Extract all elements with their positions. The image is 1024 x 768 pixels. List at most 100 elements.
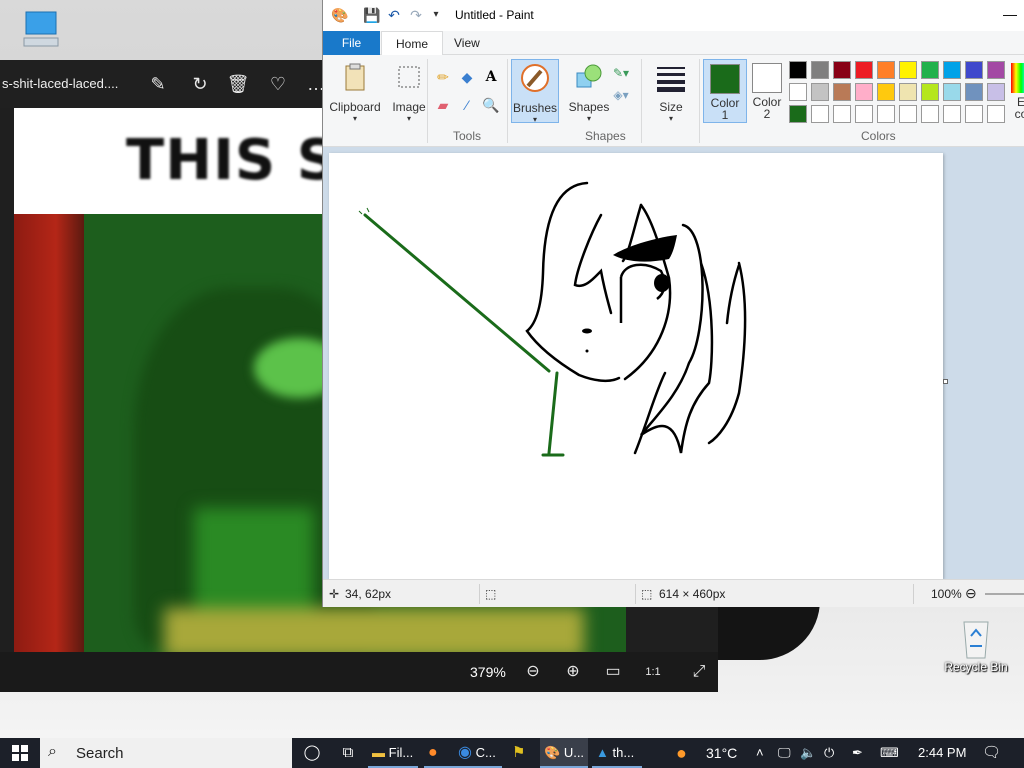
palette-swatch[interactable]	[833, 105, 851, 123]
clock[interactable]: 2:44 PM	[918, 738, 966, 768]
taskbar-app-chrome[interactable]: ◉ C...	[454, 738, 502, 768]
taskbar-app-paint[interactable]: 🎨 U...	[540, 738, 588, 768]
palette-swatch[interactable]	[811, 83, 829, 101]
undo-icon[interactable]: ↶	[385, 6, 403, 24]
zoom-in-icon[interactable]: ⊕	[562, 661, 584, 683]
palette-swatch[interactable]	[943, 61, 961, 79]
photos-icon: ▲	[596, 745, 609, 760]
palette-swatch[interactable]	[855, 105, 873, 123]
color-picker-icon[interactable]: ⁄	[457, 95, 477, 115]
customize-quick-access-icon[interactable]: ▾	[427, 6, 445, 24]
palette-swatch[interactable]	[899, 83, 917, 101]
redo-icon[interactable]: ↷	[407, 6, 425, 24]
tab-view[interactable]: View	[440, 31, 494, 55]
weather-icon[interactable]: ●	[676, 738, 687, 768]
taskbar-app-file-explorer[interactable]: ▬ Fil...	[368, 738, 418, 768]
shapes-label: Shapes	[568, 100, 610, 114]
start-button[interactable]	[0, 738, 40, 768]
image-red-area	[14, 214, 84, 652]
palette-swatch[interactable]	[811, 61, 829, 79]
app-label: Fil...	[388, 745, 414, 760]
taskbar-app-windows-xp[interactable]: ⚑	[508, 738, 538, 768]
brushes-button[interactable]: Brushes ▾	[511, 59, 559, 124]
text-icon[interactable]: A	[481, 67, 501, 87]
drawing-canvas[interactable]	[329, 153, 943, 579]
palette-swatch[interactable]	[921, 61, 939, 79]
clipboard-button[interactable]: Clipboard ▾	[329, 59, 381, 123]
keyboard-icon[interactable]: ⌨	[880, 738, 899, 768]
palette-swatch[interactable]	[943, 83, 961, 101]
rotate-icon[interactable]: ↻	[188, 72, 212, 96]
palette-swatch[interactable]	[965, 61, 983, 79]
fill-icon[interactable]: ◆	[457, 67, 477, 87]
this-pc-desktop-icon[interactable]	[0, 8, 80, 55]
resize-handle[interactable]	[943, 379, 948, 384]
task-view-icon[interactable]: ⧉	[328, 738, 368, 768]
tab-home[interactable]: Home	[381, 31, 444, 56]
palette-swatch[interactable]	[899, 61, 917, 79]
palette-swatch[interactable]	[789, 61, 807, 79]
search-icon: ⌕	[48, 743, 57, 760]
network-icon[interactable]: 🖵	[778, 738, 791, 768]
palette-swatch[interactable]	[811, 105, 829, 123]
taskbar: ⌕ Search ◯ ⧉ ▬ Fil... ● ◉ C... ⚑ 🎨 U... …	[0, 738, 1024, 768]
recycle-bin-label: Recycle Bin	[944, 660, 1008, 674]
paint-app-icon[interactable]: 🎨	[331, 6, 349, 24]
shapes-button[interactable]: Shapes ▾	[565, 59, 613, 123]
heart-icon[interactable]: ♡	[266, 72, 290, 96]
pencil-icon[interactable]: ✏	[433, 67, 453, 87]
palette-swatch[interactable]	[855, 61, 873, 79]
outline-icon[interactable]: ✎▾	[611, 63, 631, 83]
volume-icon[interactable]: 🔈	[800, 738, 816, 768]
palette-swatch[interactable]	[877, 83, 895, 101]
palette-swatch[interactable]	[789, 83, 807, 101]
palette-swatch[interactable]	[965, 105, 983, 123]
zoom-out-paint-icon[interactable]: ⊖	[965, 585, 977, 602]
palette-swatch[interactable]	[987, 83, 1005, 101]
magnifier-icon[interactable]: 🔍	[481, 95, 501, 115]
tab-file[interactable]: File	[323, 31, 380, 55]
show-hidden-icons-icon[interactable]: ˄	[756, 738, 764, 768]
taskbar-app-photos[interactable]: ▲ th...	[592, 738, 642, 768]
eraser-icon[interactable]: ▰	[433, 95, 453, 115]
palette-swatch[interactable]	[877, 105, 895, 123]
palette-swatch[interactable]	[877, 61, 895, 79]
taskbar-search[interactable]: ⌕ Search	[40, 738, 292, 768]
cortana-icon[interactable]: ◯	[292, 738, 332, 768]
zoom-out-icon[interactable]: ⊖	[522, 661, 544, 683]
palette-swatch[interactable]	[833, 61, 851, 79]
color1-swatch	[710, 64, 740, 94]
palette-swatch[interactable]	[789, 105, 807, 123]
ribbon-separator	[507, 59, 508, 143]
palette-swatch[interactable]	[855, 83, 873, 101]
palette-swatch[interactable]	[965, 83, 983, 101]
palette-swatch[interactable]	[987, 61, 1005, 79]
shape-fill-icon[interactable]: ◈▾	[611, 85, 631, 105]
minimize-icon[interactable]: —	[1003, 6, 1017, 22]
edit-colors-button[interactable]: E co	[1011, 59, 1024, 123]
fit-icon[interactable]: ▭	[602, 661, 624, 683]
palette-swatch[interactable]	[987, 105, 1005, 123]
weather-temp[interactable]: 31°C	[706, 738, 737, 768]
paint-zoom-slider[interactable]	[985, 593, 1024, 595]
save-icon[interactable]: 💾	[363, 6, 381, 24]
power-icon[interactable]: ⏻	[824, 738, 834, 768]
actual-size-button[interactable]: 1:1	[642, 661, 664, 683]
palette-swatch[interactable]	[943, 105, 961, 123]
edit-create-icon[interactable]: ✎	[146, 72, 170, 96]
palette-swatch[interactable]	[833, 83, 851, 101]
pen-icon[interactable]: ✒	[852, 738, 863, 768]
palette-swatch[interactable]	[921, 83, 939, 101]
recycle-bin-desktop-icon[interactable]: Recycle Bin	[936, 612, 1016, 674]
image-button[interactable]: Image ▾	[385, 59, 433, 123]
color1-button[interactable]: Color 1	[703, 59, 747, 123]
palette-swatch[interactable]	[899, 105, 917, 123]
size-button[interactable]: Size ▾	[647, 59, 695, 123]
color2-swatch	[752, 63, 782, 93]
color2-button[interactable]: Color 2	[745, 59, 789, 123]
palette-swatch[interactable]	[921, 105, 939, 123]
fullscreen-icon[interactable]: ⤢	[688, 661, 710, 683]
taskbar-app-firefox[interactable]: ●	[424, 738, 454, 768]
notifications-icon[interactable]: 🗨	[982, 738, 1001, 768]
delete-icon[interactable]: 🗑	[226, 72, 250, 96]
